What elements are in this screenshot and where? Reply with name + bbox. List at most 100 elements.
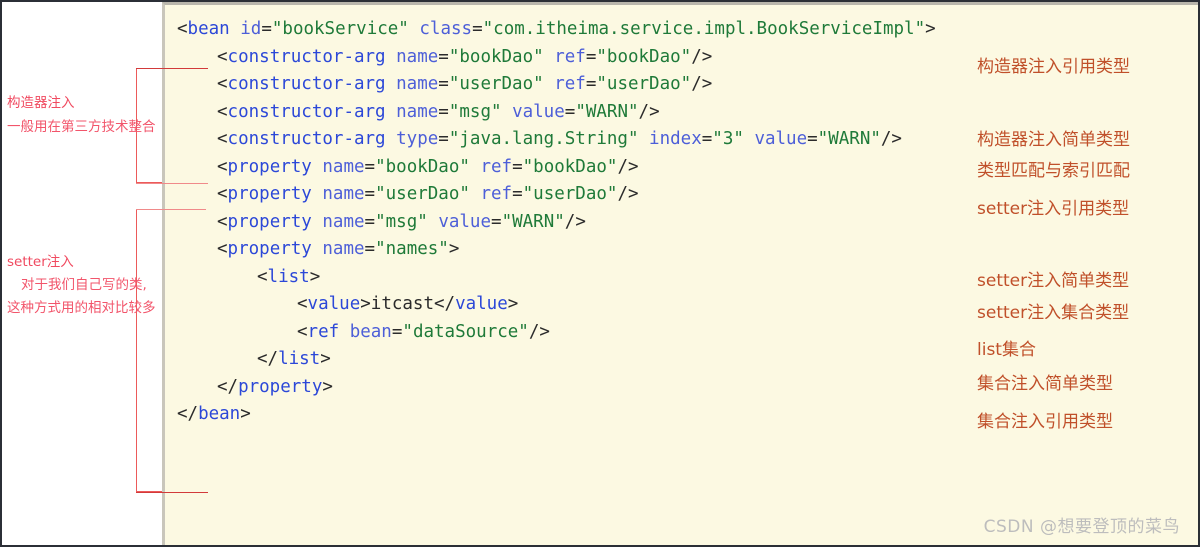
code-token-tag: constructor-arg — [227, 46, 386, 67]
code-token-attr: value — [438, 211, 492, 232]
setter-injection-bracket — [136, 209, 162, 492]
code-line: <ref bean="dataSource"/> — [297, 322, 550, 342]
code-token-eq: = — [512, 156, 523, 177]
constructor-bracket-lead-top — [136, 68, 208, 69]
code-token-attr: type — [396, 129, 439, 149]
right-annotation: 集合注入简单类型 — [977, 374, 1113, 394]
code-line: <constructor-arg name="bookDao" ref="boo… — [217, 47, 712, 67]
right-annotation: 构造器注入引用类型 — [977, 57, 1130, 77]
code-token-attr: ref — [480, 156, 513, 177]
code-token-brk: /> — [617, 184, 639, 204]
code-token-attr: value — [754, 129, 808, 149]
code-token-attr: name — [322, 239, 365, 259]
code-token-val: "bookDao" — [596, 46, 692, 67]
code-token-tag: ref — [307, 321, 340, 342]
code-token-brk: < — [297, 294, 308, 314]
constructor-bracket-lead-bottom — [136, 183, 208, 184]
code-token-brk: < — [217, 101, 228, 122]
code-token-brk: > — [240, 404, 251, 424]
code-token-val: "userDao" — [375, 184, 470, 204]
code-token-eq: = — [438, 129, 449, 149]
code-line: <constructor-arg name="msg" value="WARN"… — [217, 102, 660, 122]
code-token-brk: /> — [638, 101, 660, 122]
code-line: </property> — [217, 377, 333, 397]
code-token-tag: bean — [187, 19, 230, 39]
code-line: </list> — [257, 349, 331, 369]
code-token-attr: name — [396, 46, 439, 67]
code-token-tag: value — [307, 294, 361, 314]
code-token-txt: itcast — [370, 294, 434, 314]
code-token-val: "com.itheima.service.impl.BookServiceImp… — [482, 19, 926, 39]
code-token-attr: value — [512, 101, 565, 122]
code-token-eq: = — [564, 101, 576, 122]
code-token-val: "userDao" — [448, 74, 544, 94]
setter-bracket-lead-bottom — [136, 492, 208, 493]
code-token-brk: > — [322, 376, 333, 397]
code-token-brk: < — [217, 211, 228, 232]
code-token-brk: < — [217, 129, 228, 149]
right-annotation: list集合 — [977, 340, 1036, 360]
code-token-val: "bookDao" — [375, 156, 470, 177]
code-token-brk: </ — [434, 294, 456, 314]
code-token-brk: > — [309, 266, 321, 287]
code-line: <constructor-arg type="java.lang.String"… — [217, 129, 902, 149]
code-token-brk: < — [217, 156, 228, 177]
code-token-attr: ref — [554, 46, 586, 67]
code-token-brk: > — [925, 19, 936, 39]
code-token-val: "userDao" — [596, 74, 692, 94]
code-token-brk: </ — [177, 404, 199, 424]
code-line: </bean> — [177, 404, 251, 424]
code-token-tag: property — [227, 211, 312, 232]
code-token-brk: < — [177, 19, 188, 39]
code-token-tag: property — [227, 184, 312, 204]
code-token-val: "bookService" — [271, 19, 409, 39]
csdn-watermark: CSDN @想要登顶的菜鸟 — [983, 517, 1180, 537]
code-line: <value>itcast</value> — [297, 294, 518, 314]
code-token-eq: = — [438, 46, 449, 67]
code-token-brk: /> — [617, 156, 639, 177]
code-token-brk: /> — [691, 46, 713, 67]
code-token-tag: value — [455, 294, 508, 314]
code-token-tag: constructor-arg — [227, 74, 386, 94]
right-annotation: setter注入引用类型 — [977, 199, 1130, 219]
code-token-brk: > — [360, 294, 371, 314]
code-token-val: "userDao" — [522, 184, 618, 204]
code-token-eq: = — [701, 129, 713, 149]
code-token-eq: = — [364, 184, 376, 204]
code-line: <constructor-arg name="userDao" ref="use… — [217, 74, 712, 94]
code-token-tag: constructor-arg — [227, 101, 386, 122]
code-token-eq: = — [807, 129, 818, 149]
code-token-attr: name — [322, 156, 365, 177]
code-token-eq: = — [438, 74, 449, 94]
setter-note-subtitle-2: 这种方式用的相对比较多 — [7, 300, 156, 316]
code-token-attr: name — [322, 211, 365, 232]
right-annotation: 集合注入引用类型 — [977, 412, 1113, 432]
constructor-note-subtitle: 一般用在第三方技术整合 — [7, 119, 156, 135]
code-token-brk: > — [448, 239, 460, 259]
code-token-val: "java.lang.String" — [448, 129, 639, 149]
code-token-tag: property — [238, 376, 323, 397]
setter-note-title: setter注入 — [7, 254, 74, 270]
code-token-val: "msg" — [375, 211, 428, 232]
code-token-eq: = — [364, 156, 376, 177]
code-token-eq: = — [391, 321, 403, 342]
right-annotation: 构造器注入简单类型 — [977, 130, 1130, 150]
code-line: <property name="names"> — [217, 239, 459, 259]
code-token-eq: = — [364, 239, 376, 259]
code-token-tag: property — [227, 239, 312, 259]
code-token-brk: < — [217, 184, 228, 204]
setter-note-subtitle-1: 对于我们自己写的类, — [21, 277, 147, 293]
setter-bracket-lead-top — [136, 209, 206, 210]
code-token-attr: bean — [349, 321, 392, 342]
